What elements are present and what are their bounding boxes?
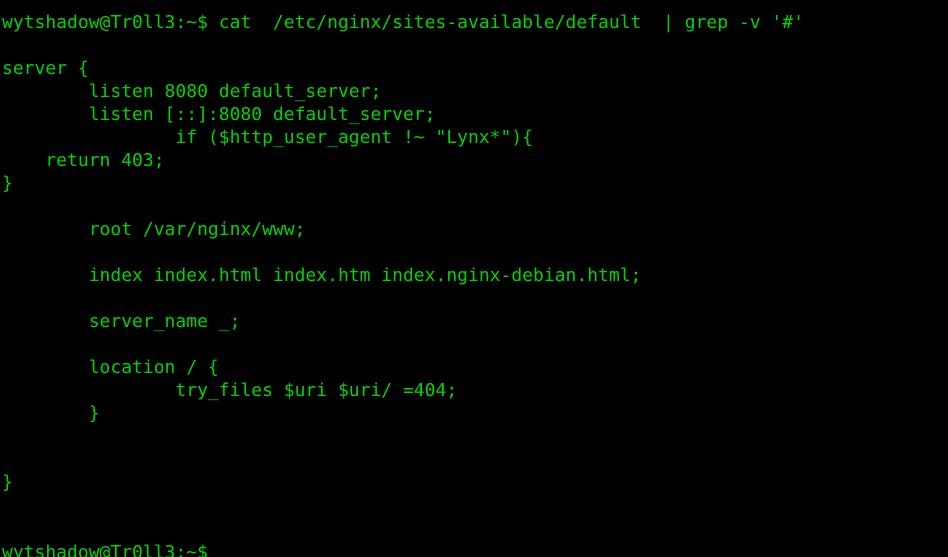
config-line-try-files: try_files $uri $uri/ =404; (2, 380, 458, 401)
config-line-server-name: server_name _; (2, 311, 241, 332)
config-line-server-open: server { (2, 58, 89, 79)
config-line-return-403: return 403; (2, 150, 165, 171)
prompt-text: wytshadow@Tr0ll3:~$ (2, 542, 219, 557)
terminal-window[interactable]: wytshadow@Tr0ll3:~$ cat /etc/nginx/sites… (0, 0, 948, 557)
config-line-listen-ipv6: listen [::]:8080 default_server; (2, 104, 436, 125)
terminal-line-scrolled (2, 0, 804, 11)
config-line-listen-ipv4: listen 8080 default_server; (2, 81, 382, 102)
config-line-server-close: } (2, 472, 13, 493)
config-line-location-close: } (2, 403, 100, 424)
prompt-line[interactable]: wytshadow@Tr0ll3:~$ (2, 540, 804, 557)
command-line: wytshadow@Tr0ll3:~$ cat /etc/nginx/sites… (2, 12, 804, 33)
config-line-root: root /var/nginx/www; (2, 219, 306, 240)
config-line-if-close: } (2, 173, 13, 194)
config-line-location-open: location / { (2, 357, 219, 378)
terminal-output: wytshadow@Tr0ll3:~$ cat /etc/nginx/sites… (2, 0, 804, 557)
config-line-index: index index.html index.htm index.nginx-d… (2, 265, 642, 286)
config-line-if-user-agent: if ($http_user_agent !~ "Lynx*"){ (2, 127, 534, 148)
